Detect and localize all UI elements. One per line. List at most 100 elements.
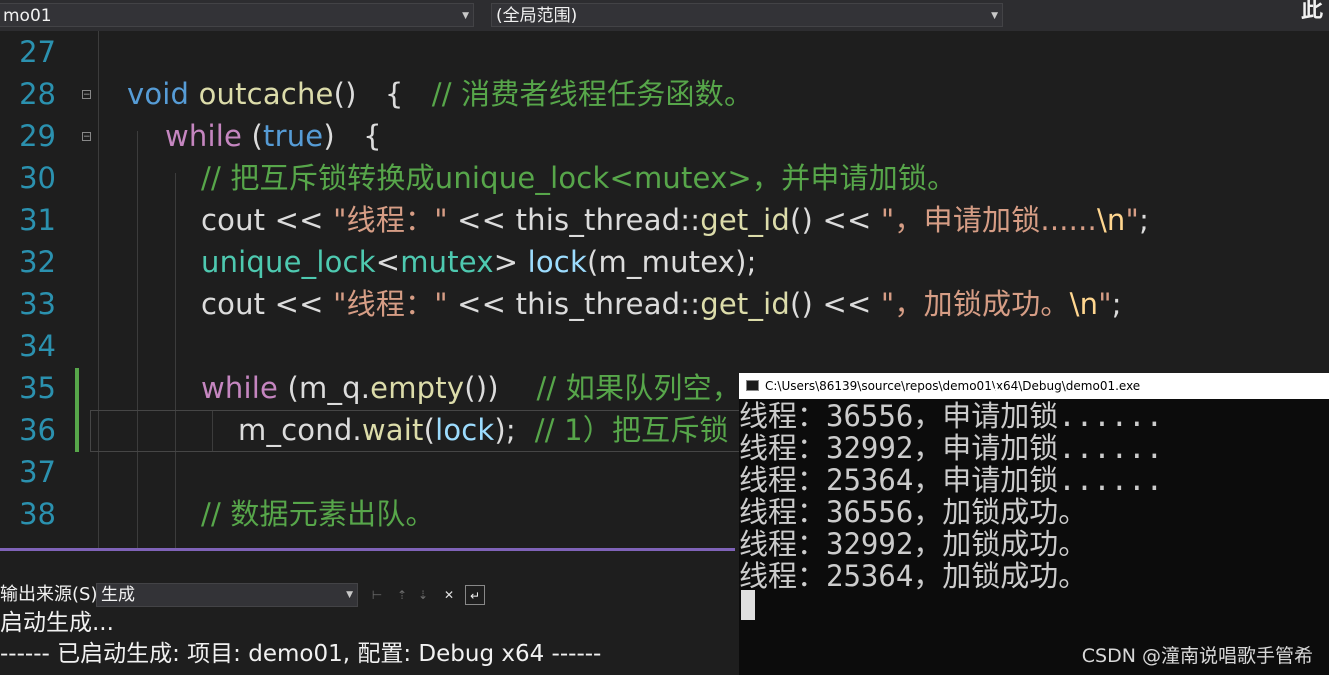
code-token: get_id — [700, 203, 791, 237]
code-token: ) { — [323, 119, 382, 153]
code-text: // 把互斥锁转换成unique_lock<mutex>，并申请加锁。 — [201, 157, 956, 199]
code-token: " — [1098, 287, 1112, 321]
console-line: 线程：36556，申请加锁...... — [739, 399, 1164, 433]
code-token: true — [263, 119, 324, 153]
code-token: // 消费者线程任务函数。 — [431, 77, 754, 111]
chevron-down-icon: ▼ — [462, 11, 469, 21]
code-token: lock — [527, 245, 587, 279]
console-line: 线程：25364，申请加锁...... — [739, 463, 1164, 497]
code-line[interactable]: 28 void outcache() { // 消费者线程任务函数。 — [0, 73, 1329, 115]
line-number: 36 — [19, 413, 56, 447]
code-text: cout << "线程：" << this_thread::get_id() <… — [201, 199, 1149, 241]
line-number: 33 — [19, 287, 56, 321]
next-message-icon[interactable]: ⇣ — [414, 585, 432, 605]
code-token: // 数据元素出队。 — [201, 497, 435, 531]
code-token: mutex — [400, 245, 494, 279]
console-app-icon — [746, 380, 759, 391]
line-number: 32 — [19, 245, 56, 279]
code-token: wait — [361, 413, 424, 447]
code-token: () { — [333, 77, 432, 111]
code-text: m_cond.wait(lock); // 1）把互斥锁 — [238, 409, 729, 451]
output-source-label: 输出来源(S): — [0, 584, 104, 605]
navigation-bar: mo01 ▼ (全局范围) ▼ 此 — [0, 0, 1329, 31]
output-line: 启动生成... — [0, 610, 114, 636]
code-text: cout << "线程：" << this_thread::get_id() <… — [201, 283, 1122, 325]
code-token: while — [165, 119, 243, 153]
code-token: unique_lock — [201, 245, 376, 279]
code-line[interactable]: 31 cout << "线程：" << this_thread::get_id()… — [0, 199, 1329, 241]
code-text: // 数据元素出队。 — [201, 493, 435, 535]
console-window[interactable]: C:\Users\86139\source\repos\demo01\x64\D… — [739, 373, 1329, 675]
chevron-down-icon: ▼ — [991, 11, 998, 21]
code-token: \n — [1096, 203, 1126, 237]
console-line: 线程：36556，加锁成功。 — [739, 495, 1088, 529]
code-line[interactable]: 33 cout << "线程：" << this_thread::get_id()… — [0, 283, 1329, 325]
code-token: // 如果队列空， — [536, 371, 741, 405]
scope-dropdown[interactable]: (全局范围) ▼ — [491, 3, 1003, 27]
code-token: cout << — [201, 203, 334, 237]
console-line: 线程：32992，加锁成功。 — [739, 527, 1088, 561]
code-token: ( — [242, 119, 263, 153]
word-wrap-icon[interactable]: ↵ — [465, 585, 485, 605]
line-number: 34 — [19, 329, 56, 363]
code-token: (m_mutex); — [586, 245, 757, 279]
code-line[interactable]: 30 // 把互斥锁转换成unique_lock<mutex>，并申请加锁。 — [0, 157, 1329, 199]
code-token: () << — [790, 287, 881, 321]
code-text: unique_lock<mutex> lock(m_mutex); — [201, 241, 757, 283]
code-token: () << — [790, 203, 881, 237]
code-text: while (m_q.empty()) // 如果队列空， — [201, 367, 741, 409]
code-token: \n — [1069, 287, 1099, 321]
line-number: 31 — [19, 203, 56, 237]
code-token: // 把互斥锁转换成unique_lock<mutex>，并申请加锁。 — [201, 161, 957, 195]
code-text: while (true) { — [165, 115, 382, 157]
code-text: void outcache() { // 消费者线程任务函数。 — [127, 73, 753, 115]
clear-all-icon[interactable]: ✕ — [440, 585, 458, 605]
code-token: ; — [1139, 203, 1150, 237]
console-line: 线程：32992，申请加锁...... — [739, 431, 1164, 465]
code-token: "线程：" — [333, 287, 448, 321]
line-number: 28 — [19, 77, 56, 111]
line-number: 35 — [19, 371, 56, 405]
code-token: "，加锁成功。 — [880, 287, 1070, 321]
console-line: 线程：25364，加锁成功。 — [739, 559, 1088, 593]
code-line[interactable]: 34 — [0, 325, 1329, 367]
line-number: 37 — [19, 455, 56, 489]
code-token: > — [493, 245, 528, 279]
code-token: empty — [370, 371, 465, 405]
output-source-select[interactable]: 生成 ▼ — [96, 583, 358, 607]
output-source-value: 生成 — [101, 585, 135, 605]
code-token: ; — [1111, 287, 1122, 321]
code-token: cout << — [201, 287, 334, 321]
code-token: void — [127, 77, 190, 111]
code-token: " — [1125, 203, 1140, 237]
line-number: 27 — [19, 35, 56, 69]
project-dropdown-value: mo01 — [3, 6, 52, 26]
code-line[interactable]: 29 while (true) { — [0, 115, 1329, 157]
code-line[interactable]: 32 unique_lock<mutex> lock(m_mutex); — [0, 241, 1329, 283]
code-token: while — [201, 371, 279, 405]
code-token: outcache — [198, 77, 334, 111]
find-message-icon[interactable]: ⊢ — [368, 585, 386, 605]
code-token: m_cond. — [238, 413, 362, 447]
code-token: (m_q. — [278, 371, 371, 405]
console-cursor — [741, 590, 755, 620]
code-token: << this_thread:: — [447, 203, 701, 237]
code-token: << this_thread:: — [447, 287, 701, 321]
project-dropdown[interactable]: mo01 ▼ — [0, 3, 474, 27]
code-line[interactable]: 27 — [0, 31, 1329, 73]
output-line: ------ 已启动生成: 项目: demo01, 配置: Debug x64 … — [0, 641, 602, 667]
line-number: 38 — [19, 497, 56, 531]
code-token: lock — [435, 413, 495, 447]
code-token: // 1）把互斥锁 — [534, 413, 729, 447]
code-token: "线程：" — [333, 203, 448, 237]
console-title-bar[interactable]: C:\Users\86139\source\repos\demo01\x64\D… — [739, 373, 1329, 399]
line-number: 30 — [19, 161, 56, 195]
corner-text: 此 — [1300, 0, 1323, 23]
code-token: ); — [494, 413, 535, 447]
line-number: 29 — [19, 119, 56, 153]
code-token: get_id — [700, 287, 791, 321]
chevron-down-icon: ▼ — [346, 590, 353, 600]
previous-message-icon[interactable]: ⇡ — [393, 585, 411, 605]
code-token: ( — [423, 413, 436, 447]
